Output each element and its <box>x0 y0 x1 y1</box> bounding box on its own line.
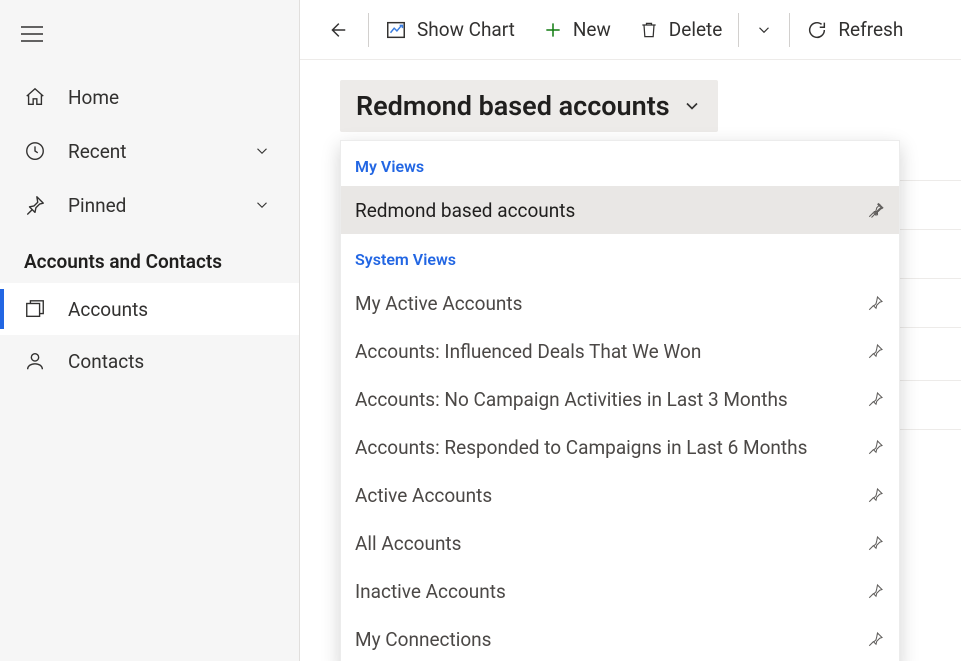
view-selector[interactable]: Redmond based accounts <box>340 80 718 132</box>
show-chart-label: Show Chart <box>417 18 515 41</box>
nav-recent-label: Recent <box>68 140 127 163</box>
pin-view-button[interactable] <box>867 294 885 312</box>
clock-icon <box>24 140 68 162</box>
separator <box>789 13 790 47</box>
pin-view-button[interactable] <box>867 390 885 408</box>
pin-icon <box>867 294 885 312</box>
pin-view-button[interactable] <box>867 534 885 552</box>
pin-icon <box>867 630 885 648</box>
chevron-down-icon <box>253 196 271 214</box>
back-icon <box>326 19 348 41</box>
plus-icon <box>543 20 563 40</box>
nav-home-label: Home <box>68 86 119 109</box>
view-option[interactable]: Accounts: No Campaign Activities in Last… <box>341 375 899 423</box>
content: Redmond based accounts My Views Redmond … <box>300 60 961 132</box>
view-option[interactable]: Inactive Accounts <box>341 567 899 615</box>
view-option-label: Accounts: No Campaign Activities in Last… <box>355 388 788 411</box>
view-option-label: All Accounts <box>355 532 461 555</box>
nav-pinned-label: Pinned <box>68 194 126 217</box>
nav-recent[interactable]: Recent <box>0 124 299 178</box>
pin-view-button[interactable] <box>867 630 885 648</box>
view-option[interactable]: All Accounts <box>341 519 899 567</box>
pin-view-button[interactable] <box>867 201 885 219</box>
nav-contacts[interactable]: Contacts <box>0 335 299 387</box>
chart-icon <box>385 19 407 41</box>
hamburger-button[interactable] <box>4 14 60 54</box>
pin-icon <box>867 534 885 552</box>
view-option[interactable]: Accounts: Responded to Campaigns in Last… <box>341 423 899 471</box>
pin-icon <box>867 201 885 219</box>
pin-view-button[interactable] <box>867 486 885 504</box>
view-option-label: Redmond based accounts <box>355 199 575 222</box>
separator <box>368 13 369 47</box>
view-selector-label: Redmond based accounts <box>356 90 670 122</box>
nav-accounts[interactable]: Accounts <box>0 283 299 335</box>
contacts-icon <box>24 350 68 372</box>
pin-icon <box>867 582 885 600</box>
view-option[interactable]: Active Accounts <box>341 471 899 519</box>
refresh-label: Refresh <box>838 18 903 41</box>
my-views-header: My Views <box>341 141 899 186</box>
view-option-label: Active Accounts <box>355 484 492 507</box>
nav-pinned[interactable]: Pinned <box>0 178 299 232</box>
hamburger-icon <box>21 26 43 42</box>
view-dropdown: My Views Redmond based accounts System V… <box>340 140 900 661</box>
system-views-header: System Views <box>341 234 899 279</box>
nav-home[interactable]: Home <box>0 70 299 124</box>
refresh-button[interactable]: Refresh <box>792 0 917 60</box>
view-option[interactable]: Accounts: Influenced Deals That We Won <box>341 327 899 375</box>
pin-icon <box>867 390 885 408</box>
pin-view-button[interactable] <box>867 342 885 360</box>
view-option[interactable]: My Active Accounts <box>341 279 899 327</box>
show-chart-button[interactable]: Show Chart <box>371 0 529 60</box>
pin-view-button[interactable] <box>867 582 885 600</box>
home-icon <box>24 86 68 108</box>
chevron-down-icon <box>755 21 773 39</box>
delete-button[interactable]: Delete <box>625 0 737 60</box>
accounts-icon <box>24 298 68 320</box>
separator <box>738 13 739 47</box>
pin-icon <box>867 486 885 504</box>
nav-contacts-label: Contacts <box>68 350 144 373</box>
view-option-label: My Active Accounts <box>355 292 522 315</box>
pin-icon <box>867 342 885 360</box>
pin-icon <box>867 438 885 456</box>
nav-accounts-label: Accounts <box>68 298 148 321</box>
view-option[interactable]: My Connections <box>341 615 899 661</box>
delete-label: Delete <box>669 18 723 41</box>
view-option-label: My Connections <box>355 628 491 651</box>
chevron-down-icon <box>682 96 702 116</box>
refresh-icon <box>806 19 828 41</box>
pin-icon <box>24 194 68 216</box>
chevron-down-icon <box>253 142 271 160</box>
main-area: Show Chart New Delete Refresh Red <box>300 0 961 661</box>
back-button[interactable] <box>308 0 366 60</box>
new-label: New <box>573 18 611 41</box>
command-bar: Show Chart New Delete Refresh <box>300 0 961 60</box>
view-option[interactable]: Redmond based accounts <box>341 186 899 234</box>
new-button[interactable]: New <box>529 0 625 60</box>
sidebar: Home Recent Pinned Accounts and Contacts <box>0 0 300 661</box>
sidebar-section-header: Accounts and Contacts <box>0 232 299 283</box>
view-option-label: Accounts: Influenced Deals That We Won <box>355 340 701 363</box>
view-option-label: Inactive Accounts <box>355 580 506 603</box>
trash-icon <box>639 20 659 40</box>
view-option-label: Accounts: Responded to Campaigns in Last… <box>355 436 807 459</box>
delete-split-button[interactable] <box>741 0 787 60</box>
pin-view-button[interactable] <box>867 438 885 456</box>
